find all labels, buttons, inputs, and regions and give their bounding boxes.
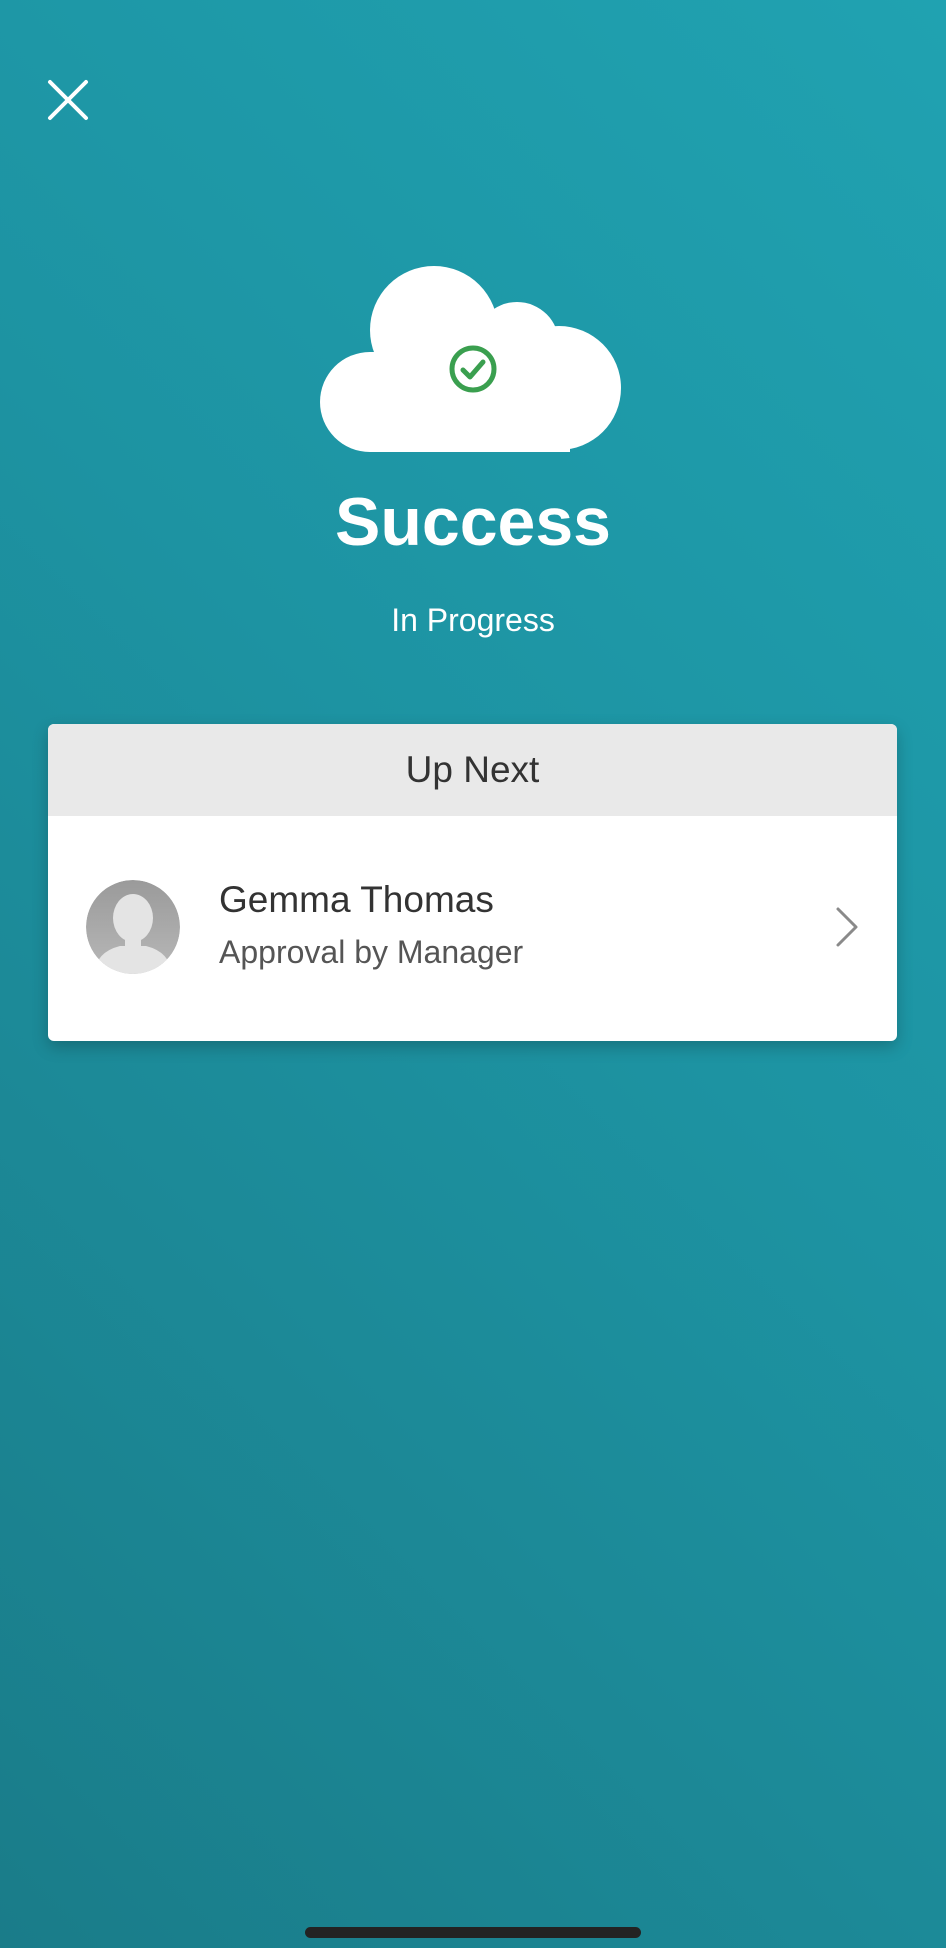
close-button[interactable] — [36, 68, 100, 132]
approver-row[interactable]: Gemma Thomas Approval by Manager — [48, 816, 897, 1041]
approver-name: Gemma Thomas — [219, 879, 494, 920]
chevron-right-icon — [836, 907, 858, 947]
up-next-header: Up Next — [48, 724, 897, 816]
status-subtitle: In Progress — [391, 602, 555, 638]
close-icon — [48, 80, 88, 120]
status-cloud — [320, 252, 626, 452]
status-title: Success — [335, 484, 611, 560]
up-next-card: Up Next Gemma Thomas Approval by Manager — [48, 724, 897, 1041]
cloud-check-icon — [320, 266, 621, 452]
avatar — [86, 880, 180, 974]
approver-role: Approval by Manager — [219, 934, 524, 970]
user-placeholder-icon — [86, 880, 180, 974]
home-indicator[interactable] — [305, 1927, 641, 1938]
